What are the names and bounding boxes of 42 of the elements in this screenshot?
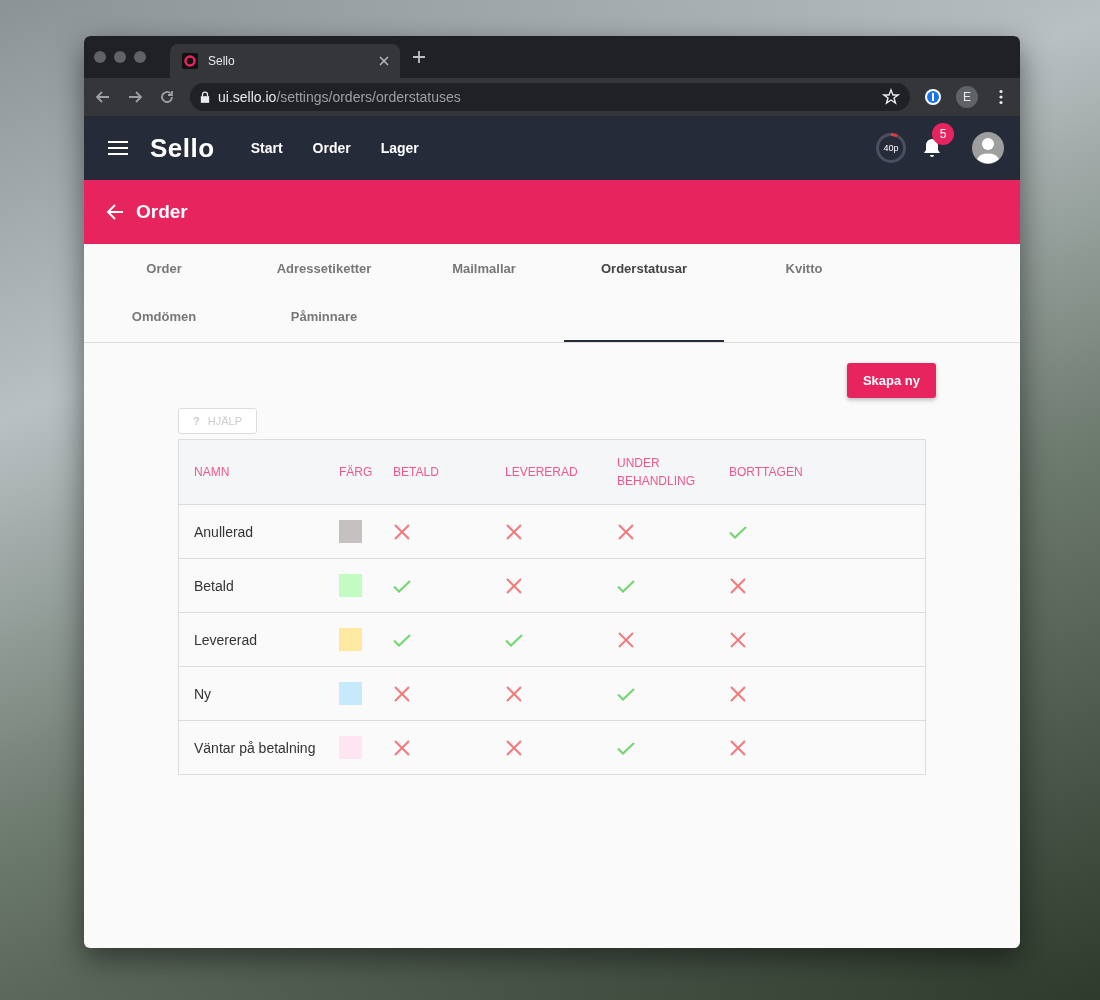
star-icon[interactable]	[882, 88, 900, 106]
status-name: Väntar på betalning	[194, 739, 316, 756]
menu-icon[interactable]	[108, 140, 128, 156]
timer-ring: 40p	[876, 133, 906, 163]
zoom-window-icon[interactable]	[134, 51, 146, 63]
column-header: BETALD	[393, 464, 439, 481]
notification-badge: 5	[932, 123, 954, 145]
address-bar[interactable]: ui.sello.io/settings/orders/orderstatuses	[190, 83, 910, 111]
tab[interactable]: Adressetiketter	[244, 244, 404, 292]
column-header: BORTTAGEN	[729, 464, 803, 481]
page-title: Order	[136, 201, 188, 223]
logo-icon	[182, 53, 198, 69]
lock-icon	[200, 91, 210, 103]
column-header: FÄRG	[339, 464, 373, 481]
avatar-icon[interactable]	[972, 132, 1004, 164]
reload-icon[interactable]	[158, 88, 176, 106]
back-arrow-icon[interactable]	[106, 203, 124, 221]
tab[interactable]: Orderstatusar	[564, 244, 724, 292]
tab[interactable]: Mailmallar	[404, 244, 564, 292]
create-button[interactable]: Skapa ny	[846, 363, 936, 398]
new-tab-icon[interactable]	[410, 48, 428, 66]
status-name: Ny	[194, 685, 212, 702]
tab[interactable]: Order	[84, 244, 244, 292]
minimize-window-icon[interactable]	[114, 51, 126, 63]
status-name: Anullerad	[194, 523, 254, 540]
nav-link[interactable]: Lager	[380, 140, 419, 156]
tab[interactable]: Omdömen	[84, 292, 244, 340]
column-header: NAMN	[194, 464, 230, 481]
column-header: LEVERERAD	[505, 464, 578, 481]
column-header: UNDER BEHANDLING	[617, 455, 697, 490]
tab[interactable]: Kvitto	[724, 244, 884, 292]
close-window-icon[interactable]	[94, 51, 106, 63]
status-name: Levererad	[194, 631, 258, 648]
extension-icon[interactable]	[924, 88, 942, 106]
logo: Sello	[150, 132, 215, 164]
nav-link[interactable]: Start	[250, 140, 283, 156]
tab[interactable]: Påminnare	[244, 292, 404, 340]
browser-tab[interactable]: Sello	[170, 44, 400, 78]
status-name: Betald	[194, 577, 234, 594]
close-icon[interactable]	[378, 55, 390, 67]
profile-avatar[interactable]: E	[956, 86, 978, 108]
nav-link[interactable]: Order	[312, 140, 351, 156]
